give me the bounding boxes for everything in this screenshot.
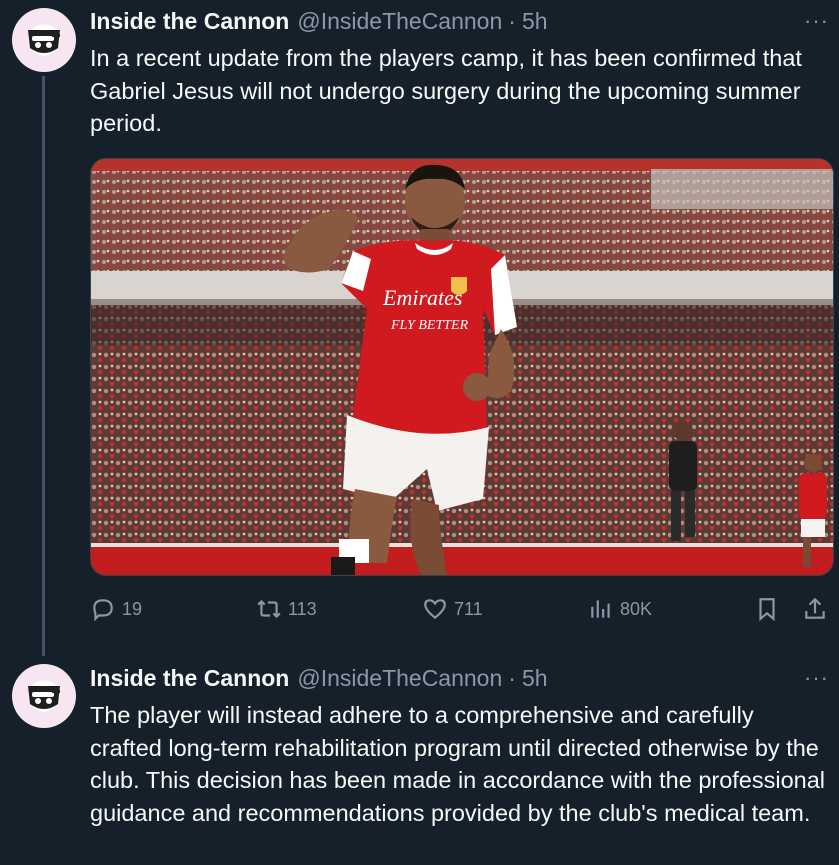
heart-icon — [424, 599, 446, 620]
tweet-header: Inside the Cannon @InsideTheCannon · 5h — [90, 8, 548, 35]
football-celebration-image: Emirates FLY BETTER — [91, 159, 833, 575]
display-name[interactable]: Inside the Cannon — [90, 8, 289, 35]
user-handle[interactable]: @InsideTheCannon — [297, 665, 502, 692]
thread-line — [42, 76, 45, 656]
like-count: 711 — [454, 598, 483, 619]
like-button[interactable]: 711 — [422, 596, 483, 622]
cannon-logo-icon — [28, 30, 60, 53]
tweet-2[interactable]: Inside the Cannon @InsideTheCannon · 5h … — [0, 650, 839, 865]
views-icon — [591, 600, 610, 618]
views-button[interactable]: 80K — [588, 596, 652, 622]
tweet-image[interactable]: Emirates FLY BETTER — [90, 158, 834, 576]
reply-button[interactable]: 19 — [90, 596, 142, 622]
more-options-button[interactable]: ··· — [804, 665, 829, 691]
avatar[interactable] — [12, 8, 76, 72]
user-handle[interactable]: @InsideTheCannon — [297, 8, 502, 35]
separator: · — [508, 665, 516, 691]
reply-icon — [93, 599, 113, 622]
reply-count: 19 — [122, 598, 143, 619]
cannon-logo-icon — [28, 686, 60, 709]
retweet-count: 113 — [288, 598, 317, 619]
retweet-icon — [257, 599, 281, 619]
shirt-sponsor-text-1: Emirates — [382, 285, 462, 310]
tweet-actions: 19 113 711 80K — [0, 596, 839, 626]
timestamp[interactable]: 5h — [522, 665, 548, 692]
share-icon — [805, 597, 825, 619]
share-button[interactable] — [802, 596, 834, 622]
more-options-button[interactable]: ··· — [804, 8, 829, 34]
tweet-text: In a recent update from the players camp… — [90, 45, 802, 136]
tweet-text: The player will instead adhere to a comp… — [90, 702, 826, 826]
tweet-1[interactable]: Inside the Cannon @InsideTheCannon · 5h … — [0, 0, 839, 656]
retweet-button[interactable]: 113 — [256, 596, 317, 622]
separator: · — [508, 8, 516, 34]
tweet-header: Inside the Cannon @InsideTheCannon · 5h — [90, 665, 548, 692]
bookmark-icon — [759, 598, 775, 622]
bookmark-button[interactable] — [754, 596, 786, 622]
view-count: 80K — [620, 598, 653, 619]
timestamp[interactable]: 5h — [522, 8, 548, 35]
shirt-sponsor-text-2: FLY BETTER — [390, 318, 469, 333]
display-name[interactable]: Inside the Cannon — [90, 665, 289, 692]
avatar[interactable] — [12, 664, 76, 728]
